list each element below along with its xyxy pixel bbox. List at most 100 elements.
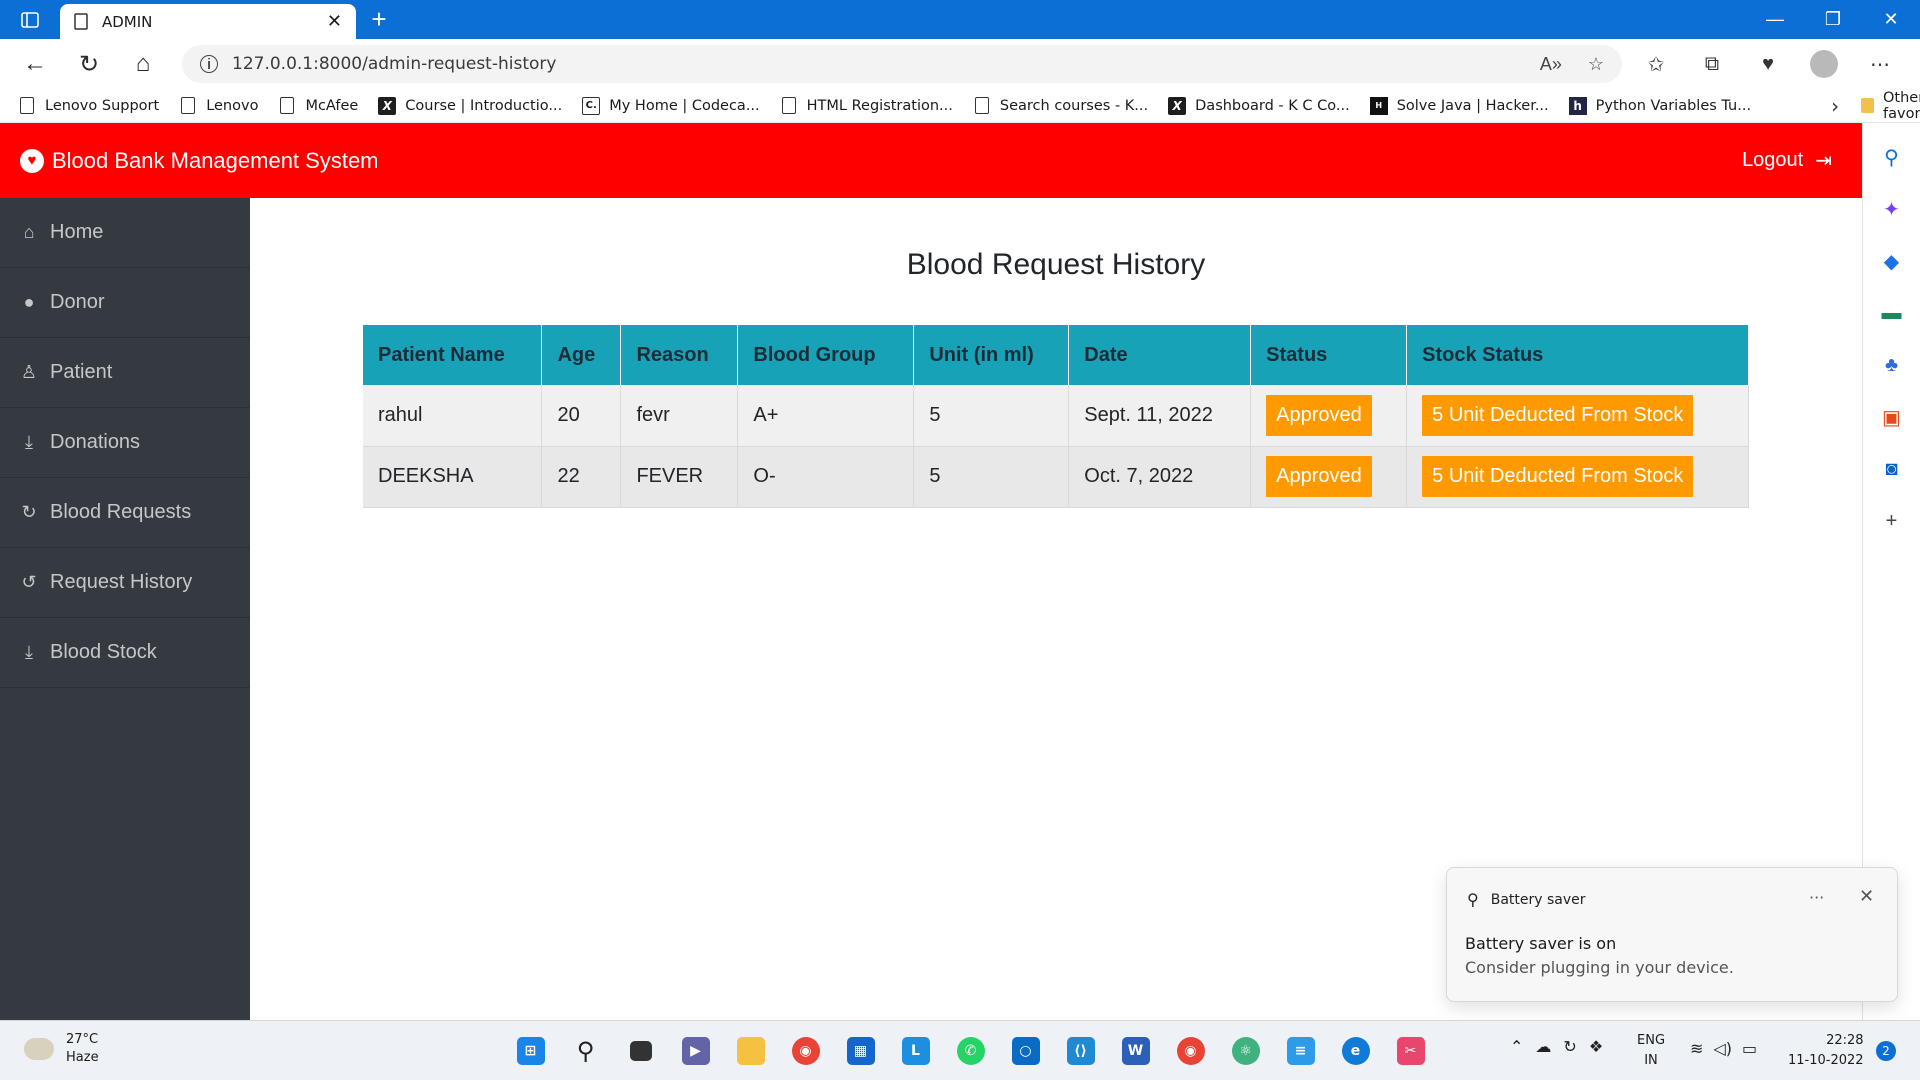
office-icon[interactable]: ▣ bbox=[1863, 391, 1920, 443]
more-options-icon[interactable]: ··· bbox=[1809, 888, 1824, 907]
add-favorite-icon[interactable]: ☆ bbox=[1588, 54, 1604, 75]
sign-out-icon: ⇥ bbox=[1815, 150, 1832, 172]
browser-tab[interactable]: ADMIN ✕ bbox=[60, 4, 356, 39]
sidebar-item-blood-requests[interactable]: ↻ Blood Requests bbox=[0, 478, 250, 548]
close-window-button[interactable]: ✕ bbox=[1862, 0, 1920, 39]
favorites-bar: Lenovo Support Lenovo McAfee X Course | I… bbox=[0, 89, 1920, 123]
l-app-icon[interactable]: L bbox=[888, 1031, 943, 1071]
favorite-item[interactable]: HTML Registration... bbox=[780, 97, 953, 115]
chevron-right-icon[interactable]: › bbox=[1831, 94, 1839, 118]
store-icon[interactable]: ▦ bbox=[833, 1031, 888, 1071]
page-icon bbox=[781, 97, 796, 114]
settings-more-icon[interactable]: ⋯ bbox=[1852, 39, 1908, 89]
language-indicator[interactable]: ENG IN bbox=[1637, 1031, 1665, 1071]
profile-avatar[interactable] bbox=[1796, 39, 1852, 89]
tools-icon[interactable]: ▬ bbox=[1863, 287, 1920, 339]
sync-icon[interactable]: ↻ bbox=[1563, 1037, 1576, 1056]
favorite-item[interactable]: h Python Variables Tu... bbox=[1568, 96, 1751, 115]
collections-icon[interactable]: ⧉ bbox=[1684, 39, 1740, 89]
url-text[interactable]: 127.0.0.1:8000/admin-request-history bbox=[232, 54, 1514, 74]
favorites-icon[interactable]: ✩ bbox=[1628, 39, 1684, 89]
chrome-icon[interactable]: ◉ bbox=[778, 1031, 833, 1071]
onedrive-icon[interactable]: ☁ bbox=[1535, 1037, 1551, 1056]
minimize-button[interactable]: — bbox=[1746, 0, 1804, 39]
sidebar-item-donor[interactable]: ● Donor bbox=[0, 268, 250, 338]
favorite-item[interactable]: McAfee bbox=[278, 97, 358, 115]
battery-saver-toast[interactable]: ⚲ Battery saver ··· ✕ Battery saver is on… bbox=[1446, 867, 1898, 1002]
new-tab-button[interactable]: + bbox=[356, 0, 402, 39]
blood-group-cell: O- bbox=[737, 446, 915, 508]
search-icon[interactable]: ⚲ bbox=[1863, 131, 1920, 183]
logout-button[interactable]: Logout ⇥ bbox=[1742, 148, 1832, 173]
blood-group-cell: A+ bbox=[737, 385, 915, 447]
home-button[interactable]: ⌂ bbox=[116, 39, 170, 89]
games-icon[interactable]: ♣ bbox=[1863, 339, 1920, 391]
edge-icon[interactable]: e bbox=[1328, 1031, 1383, 1071]
notepad-icon[interactable]: ≡ bbox=[1273, 1031, 1328, 1071]
clock[interactable]: 22:28 11-10-2022 bbox=[1788, 1031, 1864, 1071]
outlook-icon[interactable]: ◙ bbox=[1863, 443, 1920, 495]
cortana-icon[interactable]: ○ bbox=[998, 1031, 1053, 1071]
favorite-item[interactable]: Lenovo Support bbox=[18, 97, 159, 115]
table-row: rahul 20 fevr A+ 5 Sept. 11, 2022 Approv… bbox=[363, 385, 1749, 447]
column-header: Unit (in ml) bbox=[913, 325, 1070, 385]
word-icon[interactable]: W bbox=[1108, 1031, 1163, 1071]
notification-badge[interactable]: 2 bbox=[1876, 1041, 1896, 1061]
age-cell: 20 bbox=[541, 385, 622, 447]
refresh-button[interactable]: ↻ bbox=[62, 39, 116, 89]
tab-actions-icon[interactable] bbox=[0, 0, 60, 39]
chrome-profile-icon[interactable]: ◉ bbox=[1163, 1031, 1218, 1071]
folder-icon bbox=[1861, 98, 1874, 113]
vscode-icon[interactable]: ⟨⟩ bbox=[1053, 1031, 1108, 1071]
whatsapp-icon[interactable]: ✆ bbox=[943, 1031, 998, 1071]
request-history-table: Patient Name Age Reason Blood Group Unit… bbox=[363, 325, 1749, 508]
favorite-item[interactable]: H Solve Java | Hacker... bbox=[1369, 96, 1549, 115]
tab-title: ADMIN bbox=[102, 12, 153, 31]
sidebar-item-request-history[interactable]: ↺ Request History bbox=[0, 548, 250, 618]
page-icon bbox=[974, 97, 989, 114]
patient-name-cell: rahul bbox=[363, 385, 543, 447]
close-icon[interactable]: ✕ bbox=[1859, 886, 1874, 907]
favorite-item[interactable]: C. My Home | Codeca... bbox=[582, 96, 760, 115]
favorite-item[interactable]: Search courses - K... bbox=[973, 97, 1148, 115]
close-tab-icon[interactable]: ✕ bbox=[327, 11, 342, 32]
browser-essentials-icon[interactable]: ♥ bbox=[1740, 39, 1796, 89]
chat-icon[interactable]: ▶ bbox=[668, 1031, 723, 1071]
haze-icon bbox=[24, 1038, 54, 1060]
read-aloud-icon[interactable]: A» bbox=[1540, 54, 1562, 75]
copilot-icon[interactable]: ✦ bbox=[1863, 183, 1920, 235]
codecademy-icon: C. bbox=[582, 96, 601, 115]
back-button[interactable]: ← bbox=[8, 39, 62, 89]
restore-button[interactable]: ❐ bbox=[1804, 0, 1862, 39]
task-view-icon[interactable] bbox=[613, 1031, 668, 1071]
atom-icon[interactable]: ⚛ bbox=[1218, 1031, 1273, 1071]
site-info-icon[interactable]: i bbox=[200, 55, 218, 73]
home-icon: ⌂ bbox=[23, 222, 35, 242]
favorite-item[interactable]: X Dashboard - K C Co... bbox=[1168, 96, 1350, 115]
lightbulb-icon: ⚲ bbox=[1467, 890, 1479, 909]
sidebar-item-blood-stock[interactable]: ⤓ Blood Stock bbox=[0, 618, 250, 688]
other-favorites[interactable]: Other favorites bbox=[1861, 90, 1920, 122]
address-bar[interactable]: i 127.0.0.1:8000/admin-request-history A… bbox=[182, 45, 1622, 83]
search-icon[interactable]: ⚲ bbox=[558, 1031, 613, 1071]
dropbox-icon[interactable]: ❖ bbox=[1589, 1037, 1603, 1056]
weather-widget[interactable]: 27°C Haze bbox=[24, 1031, 99, 1067]
file-explorer-icon[interactable] bbox=[723, 1031, 778, 1071]
unit-cell: 5 bbox=[913, 446, 1070, 508]
system-tray: ⌃ ☁ ↻ ❖ bbox=[1510, 1037, 1615, 1056]
add-icon[interactable]: + bbox=[1863, 495, 1920, 547]
sidebar-item-patient[interactable]: ♙ Patient bbox=[0, 338, 250, 408]
chevron-up-icon[interactable]: ⌃ bbox=[1510, 1037, 1523, 1056]
sidebar-item-home[interactable]: ⌂ Home bbox=[0, 198, 250, 268]
shopping-tag-icon[interactable]: ◆ bbox=[1863, 235, 1920, 287]
sidebar-item-donations[interactable]: ⤓ Donations bbox=[0, 408, 250, 478]
favorite-item[interactable]: X Course | Introductio... bbox=[378, 96, 562, 115]
brand-title[interactable]: Blood Bank Management System bbox=[52, 148, 379, 174]
browser-title-bar: ADMIN ✕ + — ❐ ✕ bbox=[0, 0, 1920, 39]
start-icon[interactable]: ⊞ bbox=[503, 1031, 558, 1071]
snipping-tool-icon[interactable]: ✂ bbox=[1383, 1031, 1438, 1071]
quick-settings[interactable]: ≋ ◁) ▭ bbox=[1690, 1039, 1767, 1058]
favorite-item[interactable]: Lenovo bbox=[179, 97, 258, 115]
stock-status-cell: 5 Unit Deducted From Stock bbox=[1406, 385, 1749, 447]
heart-icon: ♥ bbox=[20, 148, 44, 173]
